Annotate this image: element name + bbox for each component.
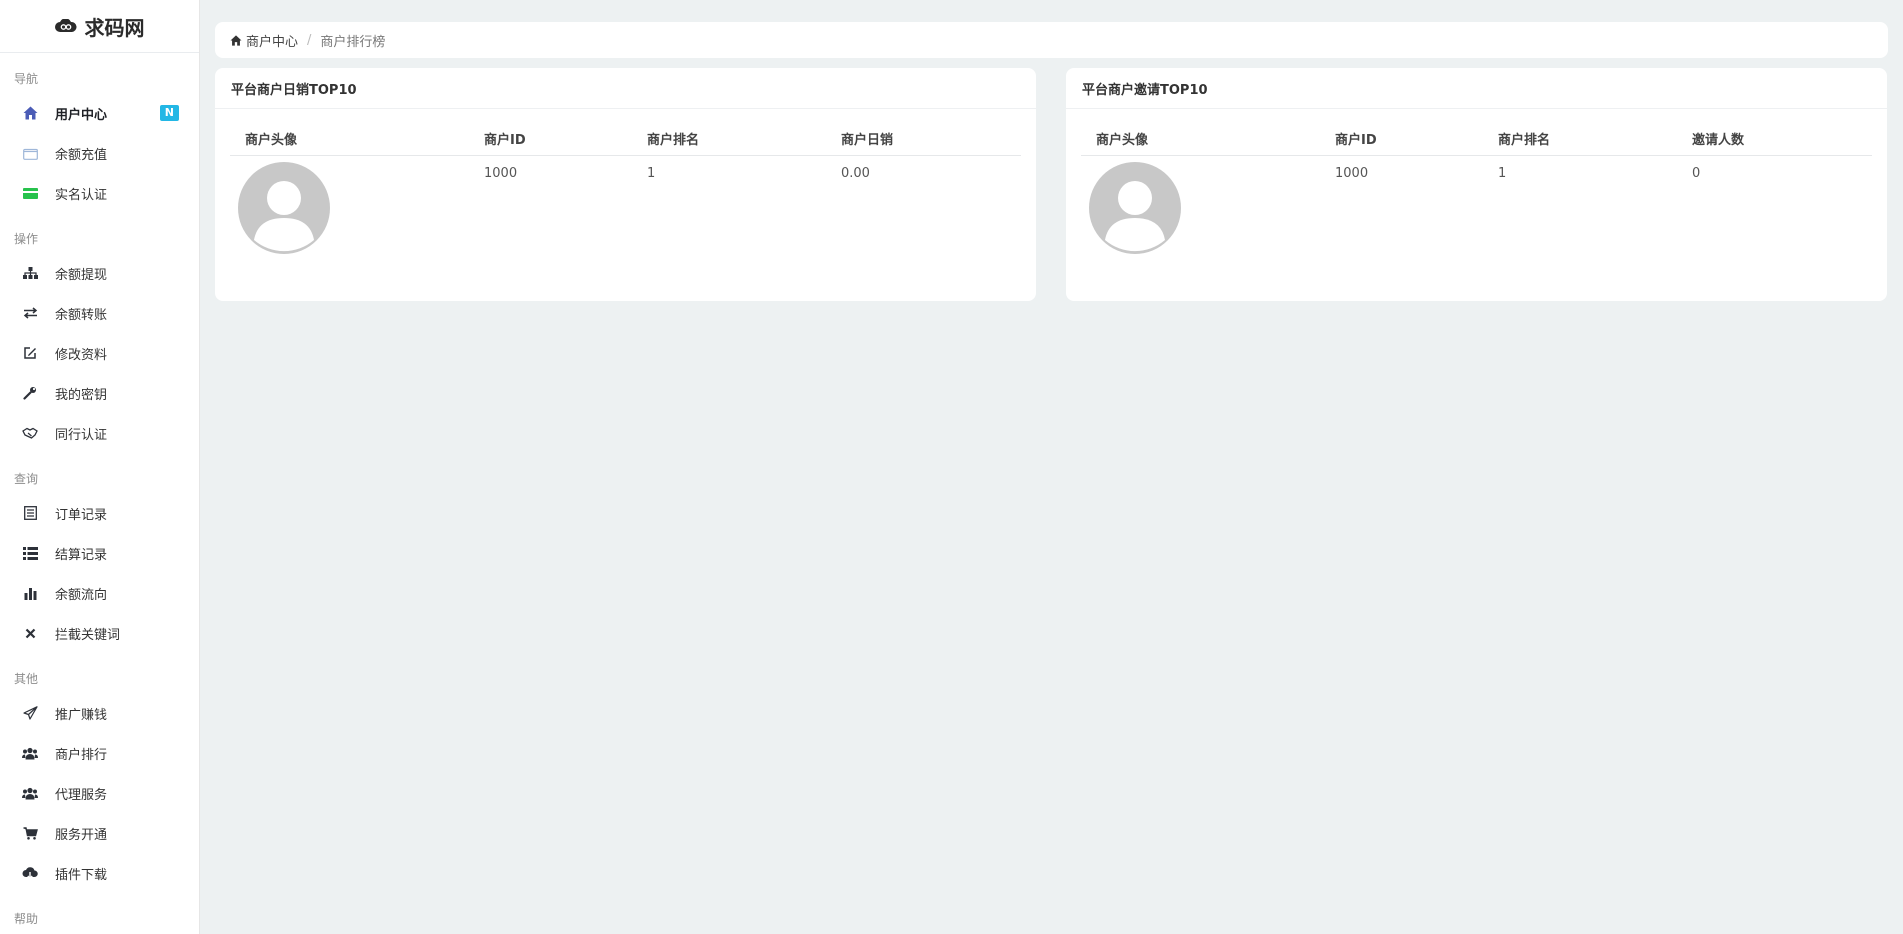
invite-panel: 平台商户邀请TOP10 商户头像 商户ID 商户排名 邀请人数 1000 1 0	[1066, 68, 1887, 301]
column-header: 邀请人数	[1677, 123, 1872, 156]
section-query: 查询	[14, 472, 39, 486]
main-content: 商户中心 / 商户排行榜 平台商户日销TOP10 商户头像 商户ID 商户排名 …	[215, 22, 1888, 301]
section-other: 其他	[14, 672, 39, 686]
sidebar-item-ranking[interactable]: 商户排行	[0, 733, 199, 773]
sidebar-item-agent[interactable]: 代理服务	[0, 773, 199, 813]
sidebar-item-label: 用户中心	[55, 107, 108, 123]
id-card-icon	[22, 185, 38, 201]
column-header: 商户日销	[826, 123, 1021, 156]
sidebar-item-label: 服务开通	[55, 827, 108, 843]
wrench-icon	[22, 385, 38, 401]
sidebar-item-label: 我的密钥	[55, 387, 108, 403]
column-header: 商户ID	[1320, 123, 1483, 156]
sidebar-item-user-center[interactable]: 用户中心 N	[0, 93, 199, 133]
breadcrumb-current: 商户排行榜	[320, 34, 386, 50]
sidebar-item-transfer[interactable]: 余额转账	[0, 293, 199, 333]
sidebar-item-label: 商户排行	[55, 747, 108, 763]
table-header-row: 商户头像 商户ID 商户排名 商户日销	[230, 123, 1021, 156]
daily-sales-panel: 平台商户日销TOP10 商户头像 商户ID 商户排名 商户日销 1000 1 0…	[215, 68, 1036, 301]
sidebar-item-label: 推广赚钱	[55, 707, 108, 723]
sidebar-item-label: 拦截关键词	[55, 627, 121, 643]
avatar	[238, 161, 330, 254]
sidebar-item-label: 结算记录	[55, 547, 108, 563]
sidebar-item-plugin-download[interactable]: 插件下载	[0, 853, 199, 893]
home-icon	[22, 105, 38, 121]
invite-count-cell: 0	[1692, 165, 1701, 181]
sidebar: 求码网 导航 用户中心 N 余额充值 实名认证 操作 余额提现 余额转账 修改资…	[0, 0, 200, 934]
bar-chart-icon	[22, 585, 38, 601]
sidebar-item-label: 修改资料	[55, 347, 108, 363]
sidebar-item-withdraw[interactable]: 余额提现	[0, 253, 199, 293]
panel-title: 平台商户日销TOP10	[215, 68, 1036, 109]
list-alt-icon	[22, 505, 38, 521]
sidebar-item-label: 订单记录	[55, 507, 108, 523]
breadcrumb-home-link[interactable]: 商户中心	[246, 31, 298, 50]
sidebar-item-label: 代理服务	[55, 787, 108, 803]
section-help: 帮助	[14, 912, 39, 926]
sidebar-item-label: 余额提现	[55, 267, 108, 283]
invite-table: 商户头像 商户ID 商户排名 邀请人数 1000 1 0	[1081, 123, 1872, 258]
sidebar-item-balance-flow[interactable]: 余额流向	[0, 573, 199, 613]
merchant-rank-cell: 1	[1498, 165, 1507, 181]
avatar-cell	[1081, 155, 1320, 258]
sidebar-item-label: 插件下载	[55, 867, 108, 883]
sidebar-item-realname[interactable]: 实名认证	[0, 173, 199, 213]
panels: 平台商户日销TOP10 商户头像 商户ID 商户排名 商户日销 1000 1 0…	[215, 68, 1888, 301]
section-nav: 导航	[14, 72, 39, 86]
merchant-id-cell: 1000	[484, 165, 518, 181]
sidebar-item-label: 余额充值	[55, 147, 108, 163]
section-ops: 操作	[14, 232, 39, 246]
times-icon	[22, 625, 38, 641]
paper-plane-icon	[22, 705, 38, 721]
merchant-id-cell: 1000	[1335, 165, 1369, 181]
handshake-icon	[22, 425, 38, 441]
sidebar-item-label: 余额转账	[55, 307, 108, 323]
sidebar-item-label: 实名认证	[55, 187, 108, 203]
sidebar-item-label: 同行认证	[55, 427, 108, 443]
daily-sales-cell: 0.00	[841, 165, 870, 181]
users-icon	[22, 745, 38, 761]
column-header: 商户头像	[230, 123, 469, 156]
column-header: 商户排名	[1483, 123, 1677, 156]
sidebar-item-block-keywords[interactable]: 拦截关键词	[0, 613, 199, 653]
sidebar-item-promote[interactable]: 推广赚钱	[0, 693, 199, 733]
home-icon	[230, 34, 242, 46]
sidebar-item-orders[interactable]: 订单记录	[0, 493, 199, 533]
table-row: 1000 1 0	[1081, 155, 1872, 258]
edit-icon	[22, 345, 38, 361]
sidebar-item-recharge[interactable]: 余额充值	[0, 133, 199, 173]
table-header-row: 商户头像 商户ID 商户排名 邀请人数	[1081, 123, 1872, 156]
new-badge: N	[159, 105, 179, 121]
column-header: 商户头像	[1081, 123, 1320, 156]
breadcrumb-separator: /	[307, 32, 312, 48]
sidebar-item-label: 余额流向	[55, 587, 108, 603]
users-icon	[22, 785, 38, 801]
sidebar-item-settlement[interactable]: 结算记录	[0, 533, 199, 573]
table-row: 1000 1 0.00	[230, 155, 1021, 258]
avatar	[1089, 161, 1181, 254]
sidebar-item-service-open[interactable]: 服务开通	[0, 813, 199, 853]
sitemap-icon	[22, 265, 38, 281]
wallet-icon	[22, 145, 38, 161]
brand-name: 求码网	[84, 15, 145, 40]
cart-icon	[22, 825, 38, 841]
exchange-icon	[22, 305, 38, 321]
breadcrumb: 商户中心 / 商户排行榜	[215, 22, 1888, 58]
cloud-download-icon	[22, 865, 38, 881]
brand[interactable]: 求码网	[0, 0, 199, 53]
column-header: 商户排名	[632, 123, 826, 156]
avatar-cell	[230, 155, 469, 258]
panel-title: 平台商户邀请TOP10	[1066, 68, 1887, 109]
list-icon	[22, 545, 38, 561]
sidebar-item-my-key[interactable]: 我的密钥	[0, 373, 199, 413]
column-header: 商户ID	[469, 123, 632, 156]
sidebar-item-edit-profile[interactable]: 修改资料	[0, 333, 199, 373]
sidebar-item-peer-auth[interactable]: 同行认证	[0, 413, 199, 453]
cloud-link-icon	[54, 19, 77, 32]
daily-sales-table: 商户头像 商户ID 商户排名 商户日销 1000 1 0.00	[230, 123, 1021, 258]
merchant-rank-cell: 1	[647, 165, 656, 181]
